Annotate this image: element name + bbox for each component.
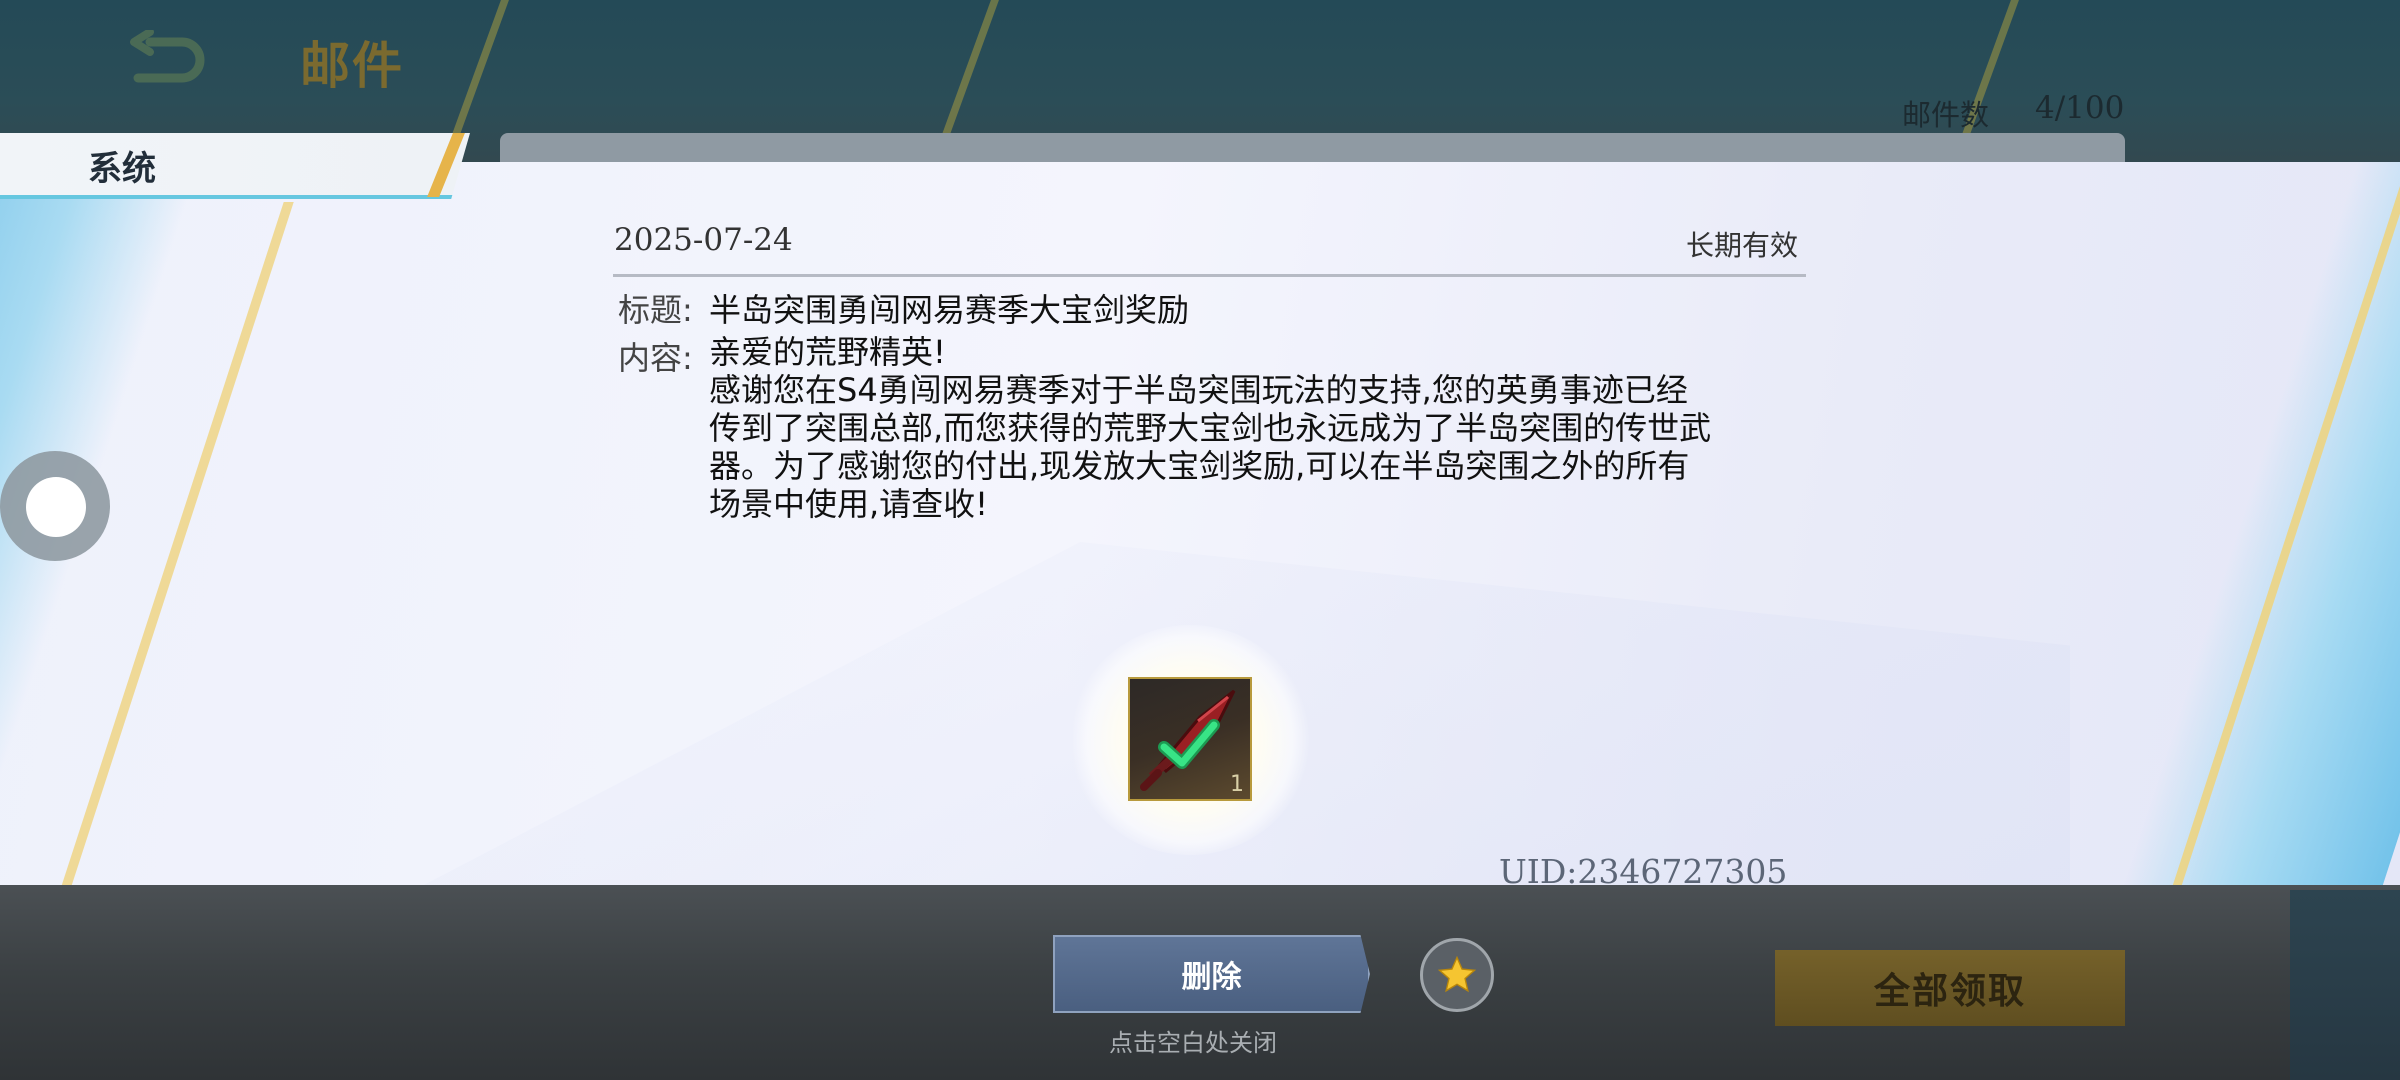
subject-label: 标题: bbox=[618, 291, 693, 329]
tap-to-close-hint: 点击空白处关闭 bbox=[1109, 1029, 1277, 1057]
mail-subject: 半岛突围勇闯网易赛季大宝剑奖励 bbox=[709, 291, 1190, 329]
claim-all-button[interactable]: 全部领取 bbox=[1775, 950, 2125, 1026]
delete-button[interactable]: 删除 bbox=[1053, 935, 1370, 1013]
back-arrow-icon bbox=[130, 28, 205, 83]
mail-content: 亲爱的荒野精英! 感谢您在S4勇闯网易赛季对于半岛突围玩法的支持,您的英勇事迹已… bbox=[709, 333, 1712, 523]
back-button[interactable] bbox=[120, 28, 210, 90]
page-title: 邮件 bbox=[300, 37, 404, 95]
star-icon bbox=[1437, 955, 1477, 993]
claim-all-label: 全部领取 bbox=[1873, 971, 2026, 1012]
reward-quantity: 1 bbox=[1230, 772, 1244, 797]
favorite-button[interactable] bbox=[1420, 938, 1494, 1012]
floating-assist-ball-center bbox=[26, 477, 86, 537]
panel-right-decoration bbox=[2122, 162, 2400, 887]
mail-count-value: 4/100 bbox=[2035, 90, 2125, 126]
reward-item[interactable]: 1 bbox=[1128, 677, 1252, 801]
mail-count-label: 邮件数 bbox=[1902, 98, 1990, 132]
delete-label: 删除 bbox=[1181, 960, 1242, 995]
mail-validity: 长期有效 bbox=[1686, 229, 1799, 262]
mail-date: 2025-07-24 bbox=[614, 222, 793, 258]
bottom-right-background bbox=[2290, 890, 2400, 1080]
tab-system[interactable] bbox=[0, 133, 470, 199]
tab-system-label: 系统 bbox=[88, 149, 156, 189]
divider bbox=[613, 274, 1806, 277]
content-label: 内容: bbox=[618, 339, 693, 377]
